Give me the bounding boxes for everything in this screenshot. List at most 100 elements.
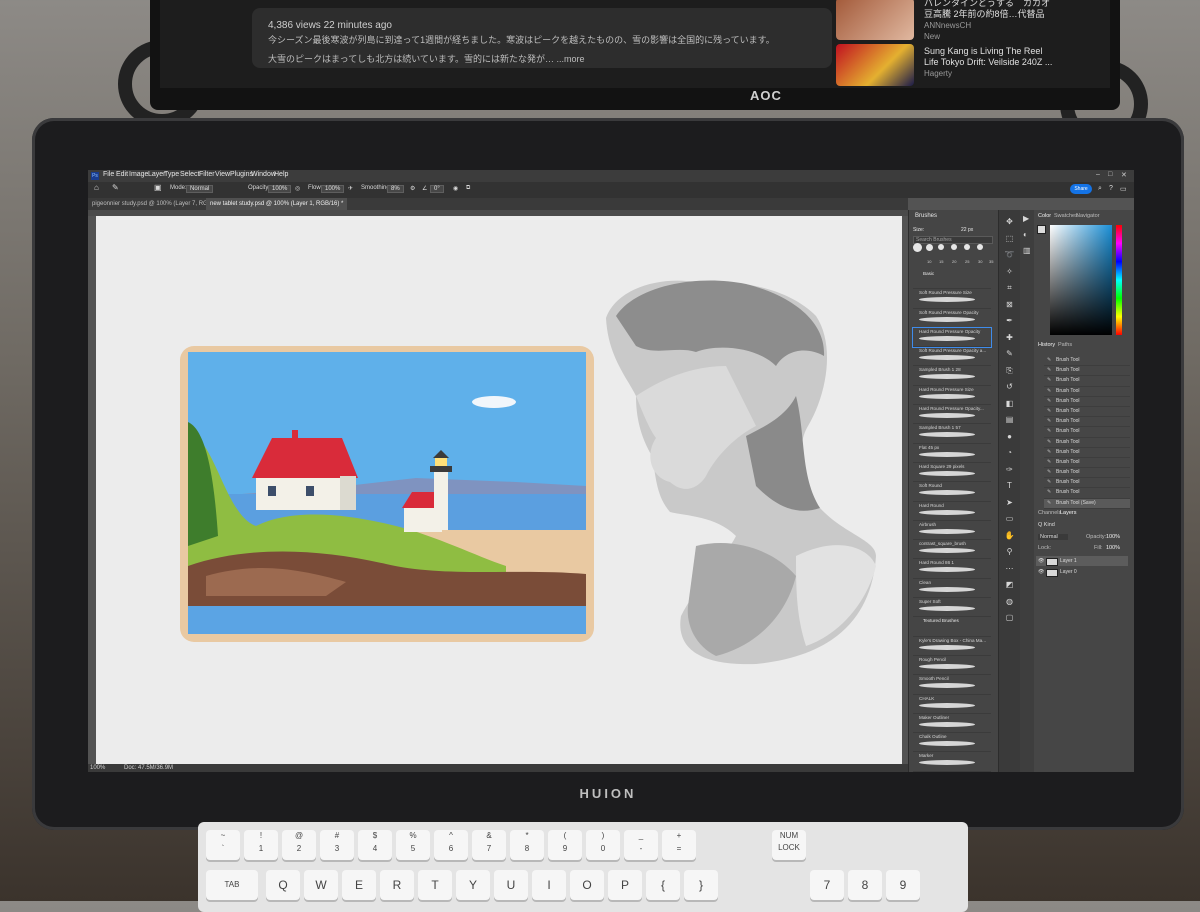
keyboard-key[interactable]: *8 <box>510 830 544 860</box>
history-state[interactable]: ✎Brush Tool <box>1044 356 1130 366</box>
crop-tool-icon[interactable]: ⌗ <box>1004 282 1015 293</box>
brush-preset-item[interactable]: Hard Round 86 1 <box>913 559 991 578</box>
tab-navigator[interactable]: Navigator <box>1076 213 1100 219</box>
opacity-field[interactable]: 100% <box>268 185 291 193</box>
keyboard-key[interactable]: ^6 <box>434 830 468 860</box>
brush-preset-item[interactable]: Super Soft <box>913 598 991 617</box>
brush-size-value[interactable]: 22 px <box>961 227 973 233</box>
menu-edit[interactable]: Edit <box>116 171 128 178</box>
type-tool-icon[interactable]: T <box>1004 480 1015 491</box>
brush-preset-item[interactable]: Airbrush <box>913 521 991 540</box>
keyboard-key[interactable]: I <box>532 870 566 900</box>
history-state[interactable]: ✎Brush Tool <box>1044 397 1130 407</box>
history-state[interactable]: ✎Brush Tool <box>1044 448 1130 458</box>
keyboard-key[interactable]: += <box>662 830 696 860</box>
mode-select[interactable]: Normal <box>186 185 213 193</box>
menu-help[interactable]: Help <box>274 171 288 178</box>
brush-preset-item[interactable]: Rough Pencil <box>913 656 991 675</box>
eyedropper-tool-icon[interactable]: ✒ <box>1004 315 1015 326</box>
brush-tip-preview-4[interactable] <box>951 244 957 250</box>
history-state[interactable]: ✎Brush Tool <box>1044 488 1130 498</box>
tab-channels[interactable]: Channels <box>1038 510 1061 516</box>
lasso-tool-icon[interactable]: ➰ <box>1004 249 1015 260</box>
history-state[interactable]: ✎Brush Tool <box>1044 417 1130 427</box>
tab-layers[interactable]: Layers <box>1060 510 1077 516</box>
brush-preset-item[interactable]: Hard Round Pressure Opacity <box>913 328 991 347</box>
zoom-tool-icon[interactable]: ⚲ <box>1004 546 1015 557</box>
zoom-level[interactable]: 100% <box>90 764 105 772</box>
visibility-eye-icon[interactable]: 👁 <box>1038 567 1044 577</box>
close-icon[interactable]: ✕ <box>1121 171 1127 179</box>
airbrush-icon[interactable]: ✈ <box>348 185 353 192</box>
keyboard-key[interactable]: Y <box>456 870 490 900</box>
keyboard-key[interactable]: #3 <box>320 830 354 860</box>
brush-folder[interactable]: Textured Brushes <box>913 617 991 636</box>
keyboard-key[interactable]: R <box>380 870 414 900</box>
quick-select-tool-icon[interactable]: ✧ <box>1004 266 1015 277</box>
history-state[interactable]: ✎Brush Tool <box>1044 387 1130 397</box>
brush-preset-item[interactable]: CHALK <box>913 695 991 714</box>
num-lock-key[interactable]: NUM LOCK <box>772 830 806 860</box>
tab-new-tablet-study[interactable]: new tablet study.psd @ 100% (Layer 1, RG… <box>206 198 347 210</box>
visibility-eye-icon[interactable]: 👁 <box>1038 556 1044 566</box>
brush-preset-item[interactable]: Soft Round Pressure Opacity <box>913 309 991 328</box>
keyboard-key[interactable]: } <box>684 870 718 900</box>
history-state[interactable]: ✎Brush Tool <box>1044 478 1130 488</box>
play-icon[interactable]: ▶ <box>1023 214 1029 223</box>
numpad-key[interactable]: 7 <box>810 870 844 900</box>
brush-tip-preview-6[interactable] <box>977 244 983 250</box>
tab-color[interactable]: Color <box>1038 213 1051 219</box>
layer-opacity-value[interactable]: 100% <box>1106 534 1120 540</box>
properties-icon[interactable]: ◐ <box>1023 230 1028 239</box>
history-state[interactable]: ✎Brush Tool <box>1044 366 1130 376</box>
brush-tool-icon[interactable]: ✎ <box>1004 348 1015 359</box>
keyboard-key[interactable]: U <box>494 870 528 900</box>
history-state[interactable]: ✎Brush Tool <box>1044 407 1130 417</box>
keyboard-key[interactable]: $4 <box>358 830 392 860</box>
history-state[interactable]: ✎Brush Tool <box>1044 468 1130 478</box>
history-state[interactable]: ✎Brush Tool <box>1044 458 1130 468</box>
maximize-icon[interactable]: □ <box>1108 171 1112 178</box>
brush-preset-item[interactable]: Flat 45 px <box>913 444 991 463</box>
dodge-tool-icon[interactable]: ◔ <box>1004 447 1015 458</box>
menu-view[interactable]: View <box>215 171 230 178</box>
layer-row[interactable]: 👁 Layer 0 <box>1036 567 1128 577</box>
workspace-icon[interactable]: ▭ <box>1120 185 1127 193</box>
angle-field[interactable]: 0° <box>430 185 444 193</box>
brush-preset-item[interactable]: Maker Outliner <box>913 714 991 733</box>
blend-mode-select[interactable]: Normal <box>1038 534 1068 540</box>
brush-preset-item[interactable]: Soft Round Pressure Size <box>913 289 991 308</box>
keyboard-key[interactable]: @2 <box>282 830 316 860</box>
pressure-opacity-icon[interactable]: ◎ <box>295 185 300 192</box>
menu-type[interactable]: Type <box>164 171 179 178</box>
fill-value[interactable]: 100% <box>1106 545 1120 551</box>
hue-slider[interactable] <box>1116 225 1122 335</box>
frame-tool-icon[interactable]: ⊠ <box>1004 299 1015 310</box>
brush-preset-icon[interactable]: ✎ <box>112 183 119 192</box>
menu-plugins[interactable]: Plugins <box>230 171 253 178</box>
brush-folder[interactable]: Basic <box>913 270 991 289</box>
help-icon[interactable]: ? <box>1109 185 1113 192</box>
search-icon[interactable]: ⌕ <box>1098 185 1102 193</box>
keyboard-key[interactable]: _- <box>624 830 658 860</box>
keyboard-key[interactable]: )0 <box>586 830 620 860</box>
color-swatches-icon[interactable]: ◩ <box>1004 579 1015 590</box>
document-canvas[interactable] <box>96 216 902 764</box>
brush-tip-preview-3[interactable] <box>938 244 944 250</box>
healing-tool-icon[interactable]: ✚ <box>1004 332 1015 343</box>
foreground-color-swatch[interactable] <box>1037 225 1046 234</box>
sidebar-video-2[interactable]: Sung Kang is Living The Reel Life Tokyo … <box>924 46 1052 79</box>
screen-mode-icon[interactable]: ▢ <box>1004 612 1015 623</box>
sidebar-video-1[interactable]: バレンタインどうする カカオ 豆高騰 2年前の約8倍…代替品 ANNnewsCH… <box>924 0 1050 42</box>
numpad-key[interactable]: 9 <box>886 870 920 900</box>
minimize-icon[interactable]: – <box>1096 171 1100 178</box>
brush-tip-preview-5[interactable] <box>964 244 970 250</box>
layer-filter-kind[interactable]: Q Kind <box>1038 522 1055 528</box>
brush-preset-item[interactable]: Hard Round <box>913 502 991 521</box>
home-icon[interactable]: ⌂ <box>94 183 99 192</box>
brush-tip-preview-1[interactable] <box>913 243 922 252</box>
history-state[interactable]: ✎Brush Tool <box>1044 438 1130 448</box>
keyboard-key[interactable]: P <box>608 870 642 900</box>
brush-search-input[interactable]: Search Brushes <box>913 236 993 244</box>
keyboard-key[interactable]: E <box>342 870 376 900</box>
